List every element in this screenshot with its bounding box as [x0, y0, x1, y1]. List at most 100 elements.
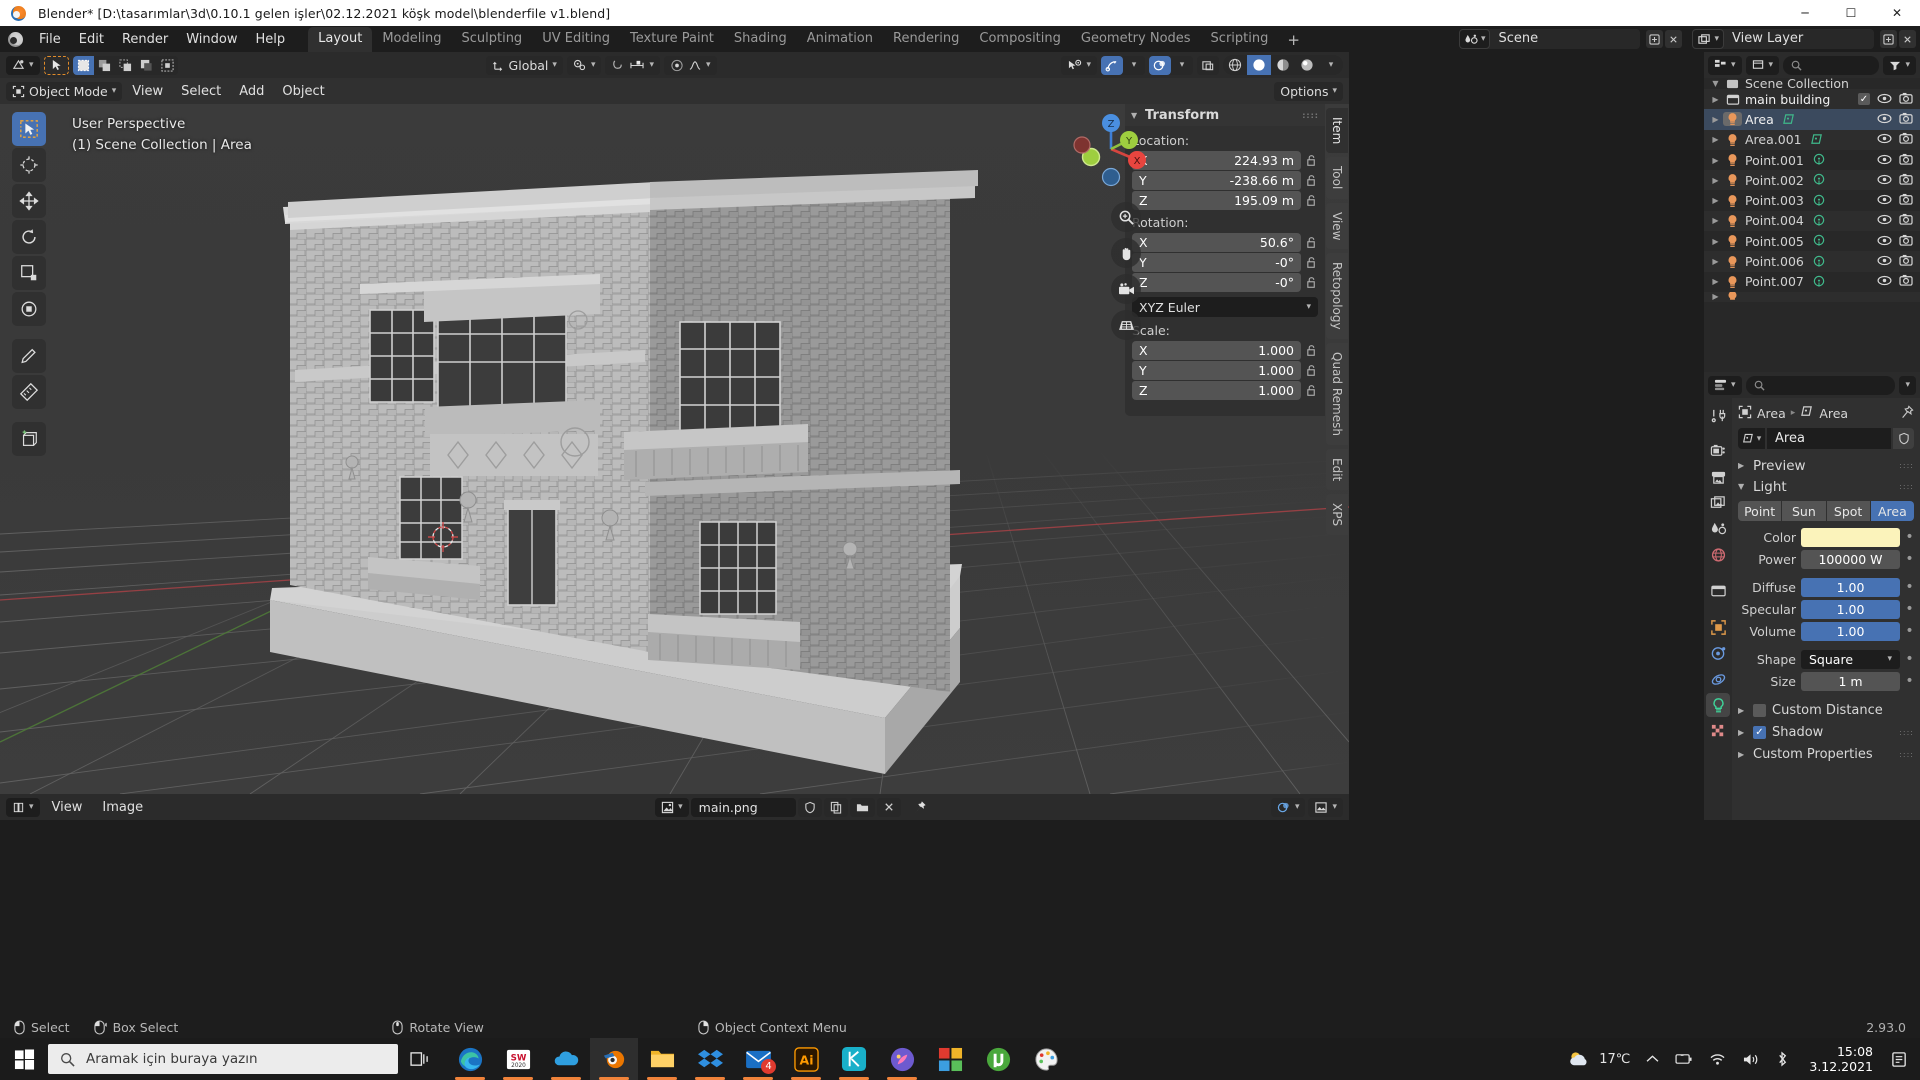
menu-render[interactable]: Render: [113, 29, 177, 50]
light-type-area-button[interactable]: Area: [1870, 501, 1914, 521]
light-color-swatch[interactable]: [1801, 527, 1900, 547]
animate-power-icon[interactable]: •: [1905, 552, 1914, 566]
open-image-folder-icon[interactable]: [849, 797, 875, 817]
lock-location-x-icon[interactable]: [1305, 153, 1318, 169]
minimize-button[interactable]: ─: [1782, 0, 1828, 26]
panel-drag-handle[interactable]: ::::: [1899, 750, 1914, 758]
area-light-data-icon[interactable]: [1810, 133, 1824, 146]
lock-scale-y-icon[interactable]: [1305, 363, 1318, 379]
table-row[interactable]: ▶ Point.005: [1704, 231, 1920, 251]
unlink-image-icon[interactable]: [876, 797, 901, 817]
disable-in-render-camera-icon[interactable]: [1899, 112, 1913, 127]
task-view-button[interactable]: [398, 1038, 442, 1080]
overlay-dropdown-icon[interactable]: ▾: [1171, 56, 1193, 75]
taskbar-app-mail[interactable]: 4: [734, 1038, 782, 1080]
weather-widget[interactable]: 17℃: [1559, 1038, 1638, 1080]
tool-annotate[interactable]: [12, 339, 46, 373]
fake-user-shield-icon[interactable]: [797, 797, 822, 817]
taskbar-app-solidworks[interactable]: SW 2020: [494, 1038, 542, 1080]
taskbar-app-dropbox[interactable]: [686, 1038, 734, 1080]
visibility-selectability-dropdown[interactable]: ▾: [1061, 55, 1097, 75]
menu-window[interactable]: Window: [177, 29, 246, 50]
light-data-name[interactable]: Area: [1767, 428, 1891, 449]
unlink-scene-icon[interactable]: [1665, 30, 1683, 48]
view-layer-selector[interactable]: ▾ View Layer: [1692, 29, 1874, 49]
show-gizmo-icon[interactable]: [1101, 55, 1123, 75]
expand-arrow-icon[interactable]: ▶: [1708, 95, 1723, 104]
tool-select-box[interactable]: [12, 112, 46, 146]
hide-in-viewport-eye-icon[interactable]: [1877, 92, 1892, 107]
scene-tab-icon[interactable]: [1706, 517, 1730, 541]
point-light-data-icon[interactable]: [1812, 214, 1826, 228]
n-tab-retopology[interactable]: Retopology: [1326, 253, 1348, 339]
viewport-options-dropdown[interactable]: Options ▾: [1274, 81, 1343, 101]
new-image-copy-icon[interactable]: [823, 797, 848, 817]
light-diffuse-slider[interactable]: 1.00: [1801, 577, 1900, 597]
scale-y-field[interactable]: Y 1.000: [1132, 361, 1301, 380]
outliner-editor[interactable]: ▾ ▾ ▾ ▼ Scene Collection ▶ main building…: [1704, 52, 1920, 372]
browse-light-data-icon[interactable]: ▾: [1738, 428, 1765, 449]
expand-arrow-icon[interactable]: ▶: [1708, 196, 1723, 205]
hide-in-viewport-eye-icon[interactable]: [1877, 193, 1892, 208]
area-light-data-icon[interactable]: [1782, 113, 1796, 126]
light-specular-slider[interactable]: 1.00: [1801, 599, 1900, 619]
maximize-button[interactable]: ☐: [1828, 0, 1874, 26]
disable-in-render-camera-icon[interactable]: [1899, 173, 1913, 188]
object-tab-icon[interactable]: [1706, 615, 1730, 639]
toggle-perspective-icon[interactable]: [1111, 310, 1141, 340]
hide-in-viewport-eye-icon[interactable]: [1877, 254, 1892, 269]
light-panel-header[interactable]: ▼ Light ::::: [1738, 476, 1914, 497]
disable-in-render-camera-icon[interactable]: [1899, 213, 1913, 228]
taskbar-app-paint3d[interactable]: [878, 1038, 926, 1080]
animate-size-icon[interactable]: •: [1905, 674, 1914, 688]
workspace-tab-uv-editing[interactable]: UV Editing: [532, 27, 620, 52]
taskbar-app-illustrator[interactable]: Ai: [782, 1038, 830, 1080]
tool-add-cube[interactable]: [12, 422, 46, 456]
hide-in-viewport-eye-icon[interactable]: [1877, 213, 1892, 228]
workspace-tab-modeling[interactable]: Modeling: [372, 27, 451, 52]
rotation-z-field[interactable]: Z -0°: [1132, 273, 1301, 292]
shadow-checkbox[interactable]: ✓: [1753, 725, 1766, 739]
fake-user-shield-icon[interactable]: [1893, 428, 1914, 449]
location-z-field[interactable]: Z 195.09 m: [1132, 191, 1301, 210]
expand-arrow-icon[interactable]: ▶: [1708, 257, 1723, 266]
solid-shading-icon[interactable]: [1247, 55, 1271, 75]
taskbar-clock[interactable]: 15:08 3.12.2021: [1797, 1044, 1883, 1074]
scale-x-field[interactable]: X 1.000: [1132, 341, 1301, 360]
proportional-editing-group[interactable]: ▾: [664, 55, 717, 75]
outliner-editor-type-icon[interactable]: ▾: [1708, 55, 1742, 75]
n-tab-tool[interactable]: Tool: [1326, 157, 1348, 199]
light-size-field[interactable]: 1 m: [1801, 671, 1900, 691]
light-volume-slider[interactable]: 1.00: [1801, 621, 1900, 641]
properties-filter-icon[interactable]: ▾: [1899, 375, 1916, 395]
table-row[interactable]: ▶ Point.004: [1704, 210, 1920, 232]
table-row-partial[interactable]: ▶: [1704, 291, 1920, 302]
viewport-menu-add[interactable]: Add: [231, 82, 272, 101]
breadcrumb-data-label[interactable]: Area: [1819, 406, 1848, 421]
remove-view-layer-icon[interactable]: [1899, 30, 1916, 48]
chevron-right-icon[interactable]: ▶: [1738, 706, 1747, 715]
view-layer-tab-icon[interactable]: [1706, 491, 1730, 515]
table-row[interactable]: ▶ Point.001: [1704, 150, 1920, 170]
animate-specular-icon[interactable]: •: [1905, 602, 1914, 616]
point-light-data-icon[interactable]: [1812, 234, 1826, 248]
point-light-data-icon[interactable]: [1812, 173, 1826, 187]
workspace-tab-scripting[interactable]: Scripting: [1201, 27, 1279, 52]
tool-rotate[interactable]: [12, 220, 46, 254]
show-hidden-icons-button[interactable]: [1638, 1038, 1667, 1080]
hide-in-viewport-eye-icon[interactable]: [1877, 234, 1892, 249]
panel-drag-handle[interactable]: ::::: [1899, 728, 1914, 736]
workspace-tab-compositing[interactable]: Compositing: [969, 27, 1071, 52]
browse-image-icon[interactable]: ▾: [655, 797, 689, 817]
expand-arrow-icon[interactable]: ▶: [1708, 292, 1723, 301]
n-tab-edit[interactable]: Edit: [1326, 448, 1348, 490]
animate-color-icon[interactable]: •: [1905, 530, 1914, 544]
menu-help[interactable]: Help: [247, 29, 295, 50]
panel-drag-handle[interactable]: ::::: [1302, 111, 1319, 119]
rendered-shading-icon[interactable]: [1295, 55, 1319, 75]
light-type-spot-button[interactable]: Spot: [1826, 501, 1870, 521]
expand-arrow-icon[interactable]: ▶: [1708, 277, 1723, 286]
table-row[interactable]: ▶ Point.007: [1704, 272, 1920, 292]
select-invert-icon[interactable]: [136, 56, 157, 75]
add-workspace-button[interactable]: +: [1278, 30, 1309, 52]
